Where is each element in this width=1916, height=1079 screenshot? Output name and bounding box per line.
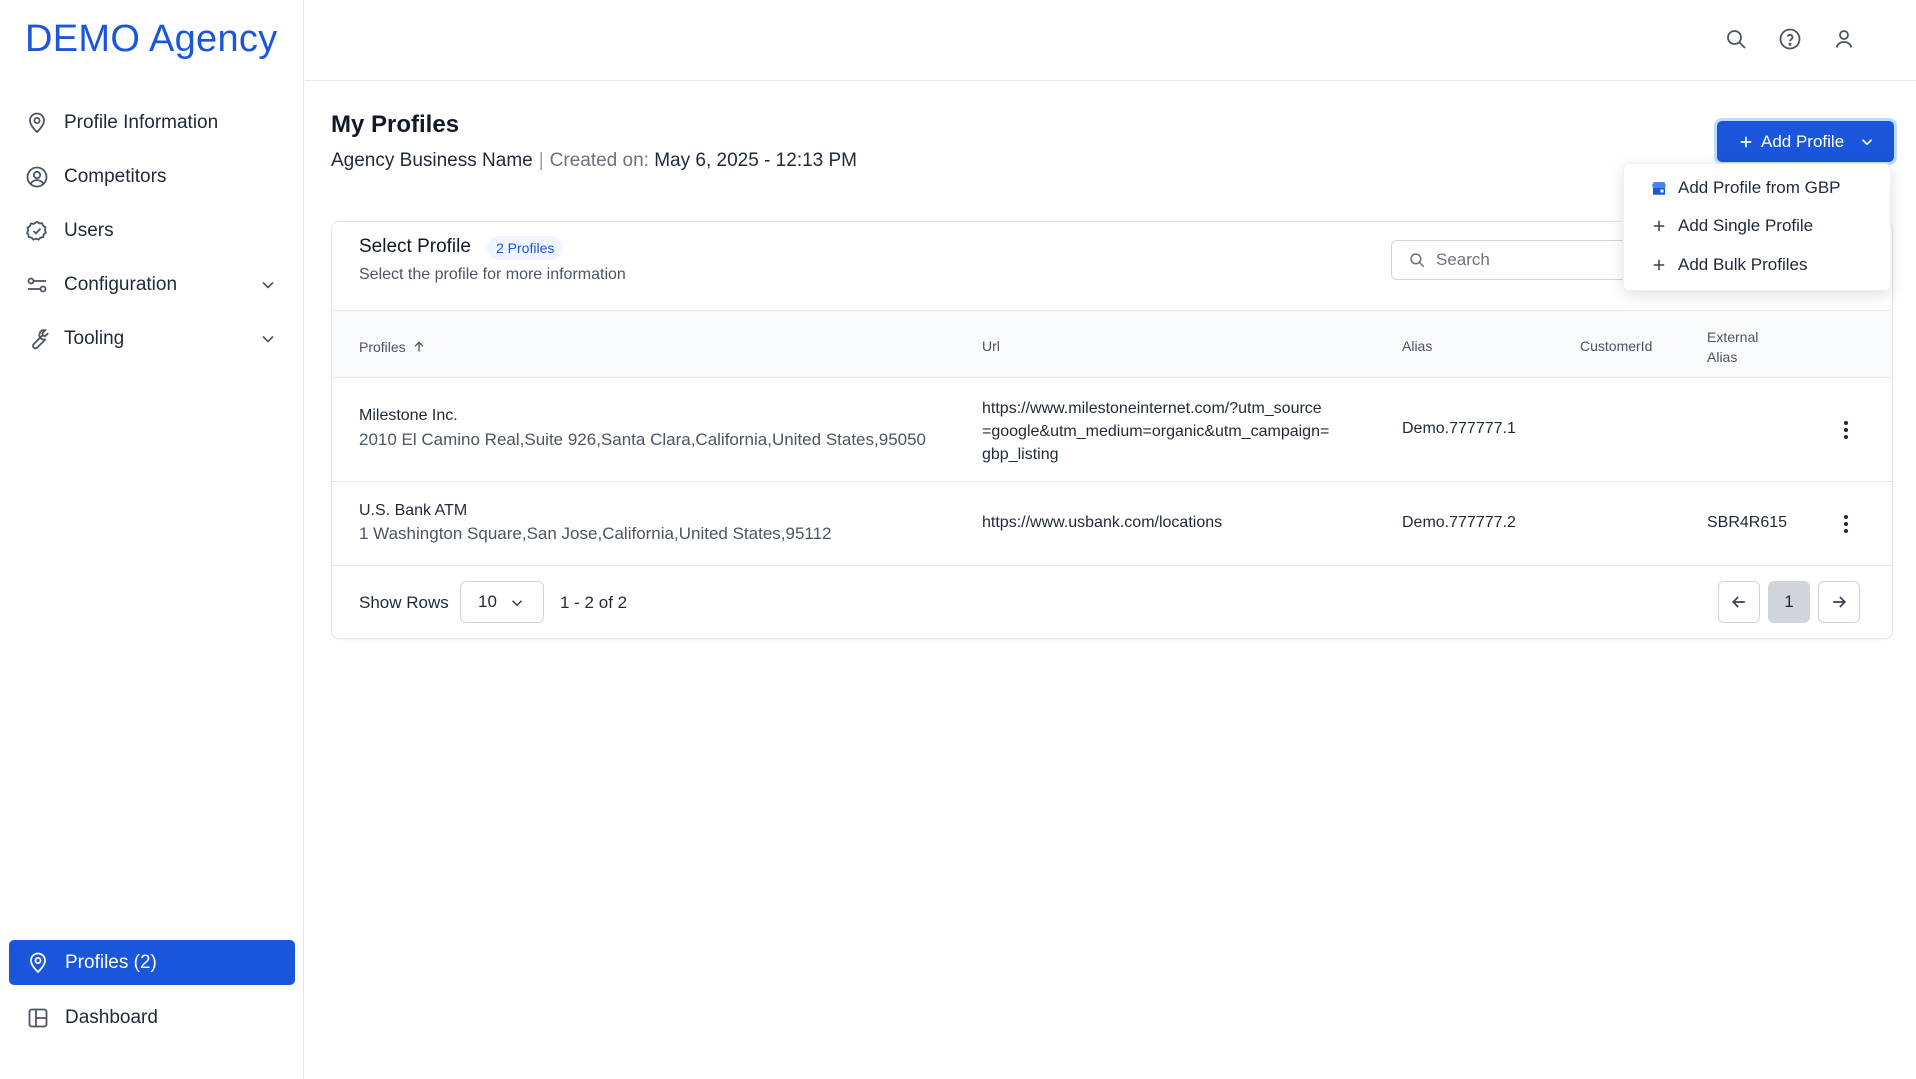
sidebar-item-label: Tooling	[64, 328, 125, 349]
rows-per-page-select[interactable]: 10	[460, 581, 544, 623]
help-icon[interactable]	[1778, 27, 1802, 51]
menu-item-label: Add Single Profile	[1678, 216, 1814, 235]
sidebar-item-label: Competitors	[64, 166, 167, 187]
column-header-customerid: CustomerId	[1580, 338, 1653, 354]
arrow-up-icon	[414, 341, 424, 352]
table-footer: Show Rows 10 1 - 2 of 2 1	[332, 566, 1892, 638]
sidebar-item-label: Dashboard	[65, 1006, 158, 1028]
profile-url: https://www.milestoneinternet.com/?utm_s…	[982, 397, 1329, 466]
profile-name: Milestone Inc.	[359, 407, 458, 424]
add-profile-label: Add Profile	[1761, 131, 1845, 151]
plus-icon	[1653, 220, 1665, 232]
plus-icon	[1740, 136, 1752, 147]
sidebar-item-profile-information[interactable]: Profile Information	[8, 96, 296, 150]
previous-page-button[interactable]	[1718, 581, 1760, 623]
profile-url: https://www.usbank.com/locations	[982, 514, 1223, 531]
sidebar-item-tooling[interactable]: Tooling	[8, 312, 296, 366]
menu-item-add-from-gbp[interactable]: Add Profile from GBP	[1650, 178, 1841, 198]
card-subtitle: Select the profile for more information	[359, 266, 626, 283]
chevron-down-icon	[511, 600, 523, 607]
column-label: Profiles	[359, 339, 406, 355]
rows-per-page-value: 10	[478, 592, 497, 611]
layout-icon	[25, 1005, 51, 1031]
table-row[interactable]: Milestone Inc. 2010 El Camino Real,Suite…	[332, 378, 1892, 482]
profile-alias: Demo.777777.1	[1402, 420, 1516, 437]
menu-item-add-bulk-profiles[interactable]: Add Bulk Profiles	[1650, 255, 1807, 275]
search-icon[interactable]	[1724, 27, 1748, 51]
table-header: Profiles Url Alias CustomerId External A…	[332, 310, 1892, 378]
menu-item-label: Add Bulk Profiles	[1678, 255, 1808, 274]
show-rows-label: Show Rows	[359, 593, 449, 612]
sidebar-item-label: Users	[64, 220, 114, 241]
column-label: Alias	[1707, 349, 1738, 365]
profile-address: 1 Washington Square,San Jose,California,…	[359, 524, 832, 543]
created-label: Created on:	[549, 150, 649, 171]
sidebar-item-dashboard[interactable]: Dashboard	[9, 995, 295, 1040]
chevron-down-icon	[262, 335, 274, 343]
url-line: =google&utm_medium=organic&utm_campaign=	[982, 423, 1330, 440]
url-line: gbp_listing	[982, 446, 1059, 463]
card-title: Select Profile	[359, 236, 471, 257]
column-label: External	[1707, 329, 1759, 345]
sidebar-item-configuration[interactable]: Configuration	[8, 258, 296, 312]
settings-sliders-icon	[24, 272, 50, 298]
column-header-external-alias: External Alias	[1707, 327, 1758, 367]
gbp-icon	[1652, 182, 1666, 195]
add-profile-dropdown: Add Profile from GBP Add Single Profile …	[1623, 163, 1891, 291]
topbar	[305, 0, 1916, 81]
sidebar-nav: Profile Information Competitors Users Co…	[8, 96, 296, 366]
menu-item-add-single-profile[interactable]: Add Single Profile	[1650, 216, 1813, 236]
chevron-down-icon	[262, 281, 274, 289]
page-title: My Profiles	[331, 111, 460, 138]
search-icon	[1410, 253, 1425, 268]
pagination-range: 1 - 2 of 2	[560, 593, 628, 612]
user-icon[interactable]	[1832, 27, 1856, 51]
table-row[interactable]: U.S. Bank ATM 1 Washington Square,San Jo…	[332, 482, 1892, 566]
page-subtitle: Agency Business Name | Created on: May 6, …	[331, 150, 858, 171]
search-input[interactable]	[1436, 250, 1616, 270]
sidebar-item-label: Profile Information	[64, 112, 219, 133]
map-pin-icon	[25, 950, 51, 976]
menu-item-label: Add Profile from GBP	[1678, 178, 1841, 197]
profile-address: 2010 El Camino Real,Suite 926,Santa Clar…	[359, 430, 927, 449]
map-pin-icon	[24, 110, 50, 136]
column-header-url: Url	[982, 338, 1000, 354]
sidebar-item-competitors[interactable]: Competitors	[8, 150, 296, 204]
page-button-current[interactable]: 1	[1768, 581, 1810, 623]
search-box	[1391, 240, 1641, 280]
column-header-alias: Alias	[1402, 338, 1433, 354]
sidebar-item-label: Profiles (2)	[65, 951, 157, 973]
next-page-button[interactable]	[1818, 581, 1860, 623]
sidebar: DEMO Agency Profile Information Competit…	[0, 0, 304, 1079]
plus-icon	[1653, 259, 1665, 271]
column-header-profiles[interactable]: Profiles	[359, 339, 427, 355]
sidebar-item-users[interactable]: Users	[8, 204, 296, 258]
profile-count-badge: 2 Profiles	[487, 236, 564, 260]
add-profile-button[interactable]: Add Profile	[1717, 121, 1894, 162]
more-options-icon[interactable]	[1834, 512, 1858, 536]
url-line: https://www.milestoneinternet.com/?utm_s…	[982, 400, 1322, 417]
check-circle-icon	[24, 218, 50, 244]
arrow-right-icon	[1833, 596, 1847, 608]
arrow-left-icon	[1731, 596, 1745, 608]
wrench-icon	[24, 326, 50, 352]
topbar-icons	[1724, 27, 1856, 51]
more-options-icon[interactable]	[1834, 418, 1858, 442]
sidebar-item-profiles[interactable]: Profiles (2)	[9, 940, 295, 985]
chevron-down-icon	[1861, 139, 1873, 146]
sidebar-item-label: Configuration	[64, 274, 178, 295]
sidebar-bottom-nav: Profiles (2) Dashboard	[9, 940, 295, 1050]
user-circle-icon	[24, 164, 50, 190]
profile-external-alias: SBR4R615	[1707, 514, 1788, 531]
created-value: May 6, 2025 - 12:13 PM	[654, 150, 858, 171]
brand-logo[interactable]: DEMO Agency	[25, 18, 278, 61]
profile-alias: Demo.777777.2	[1402, 514, 1516, 531]
profile-name: U.S. Bank ATM	[359, 502, 468, 519]
business-name: Agency Business Name	[331, 150, 533, 171]
